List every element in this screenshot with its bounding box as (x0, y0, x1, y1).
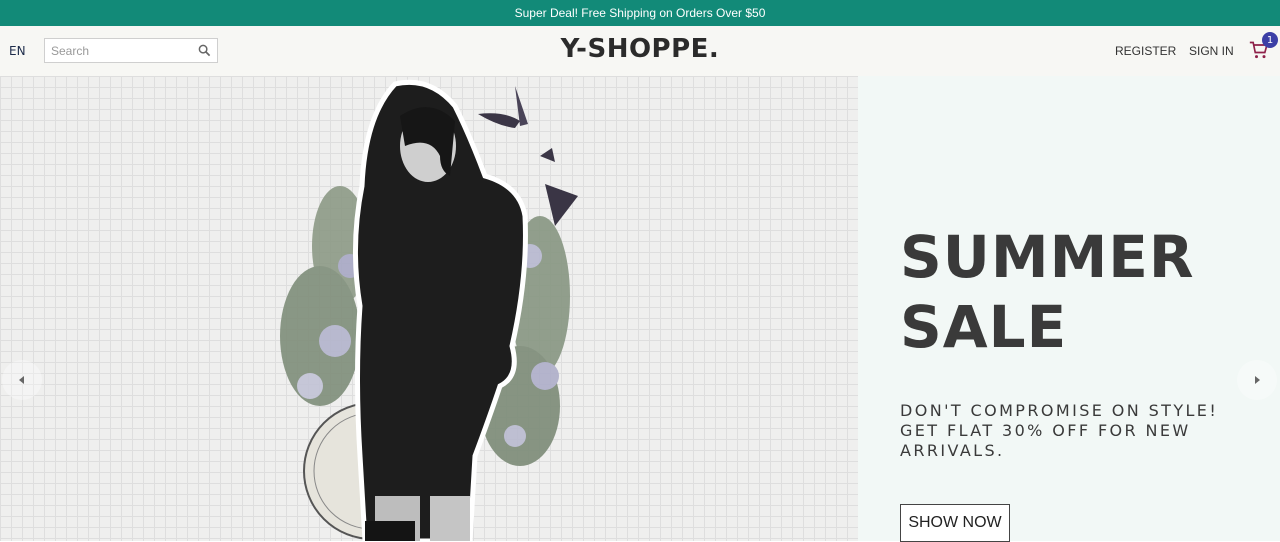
cart-count-badge: 1 (1262, 32, 1278, 48)
hero-subline: DON'T COMPROMISE ON STYLE! GET FLAT 30% … (900, 401, 1219, 460)
arrow-left-icon (19, 376, 24, 384)
top-navbar: EN Y-SHOPPE. REGISTER SIGN IN 1 (0, 26, 1280, 76)
headline-line-1: SUMMER (900, 223, 1195, 291)
model-photo (280, 79, 578, 541)
hero-text-panel: SUMMER SALE DON'T COMPROMISE ON STYLE! G… (858, 76, 1280, 542)
arrow-right-icon (1255, 376, 1260, 384)
register-link[interactable]: REGISTER (1115, 44, 1176, 58)
search-input[interactable] (51, 43, 191, 58)
hero-image (0, 76, 858, 541)
site-logo[interactable]: Y-SHOPPE. (561, 34, 720, 64)
carousel-prev-button[interactable] (2, 360, 42, 400)
headline-line-2: SALE (900, 293, 1068, 361)
carousel-next-button[interactable] (1237, 360, 1277, 400)
hero-headline: SUMMER SALE (900, 222, 1195, 362)
search-icon[interactable] (198, 44, 211, 57)
announcement-text: Super Deal! Free Shipping on Orders Over… (514, 6, 766, 20)
announcement-bar: Super Deal! Free Shipping on Orders Over… (0, 0, 1280, 26)
hero-carousel: SUMMER SALE DON'T COMPROMISE ON STYLE! G… (0, 76, 1280, 542)
shop-now-button[interactable]: SHOW NOW (900, 504, 1010, 542)
language-selector[interactable]: EN (9, 44, 26, 58)
signin-link[interactable]: SIGN IN (1189, 44, 1234, 58)
search-box[interactable] (44, 38, 218, 63)
